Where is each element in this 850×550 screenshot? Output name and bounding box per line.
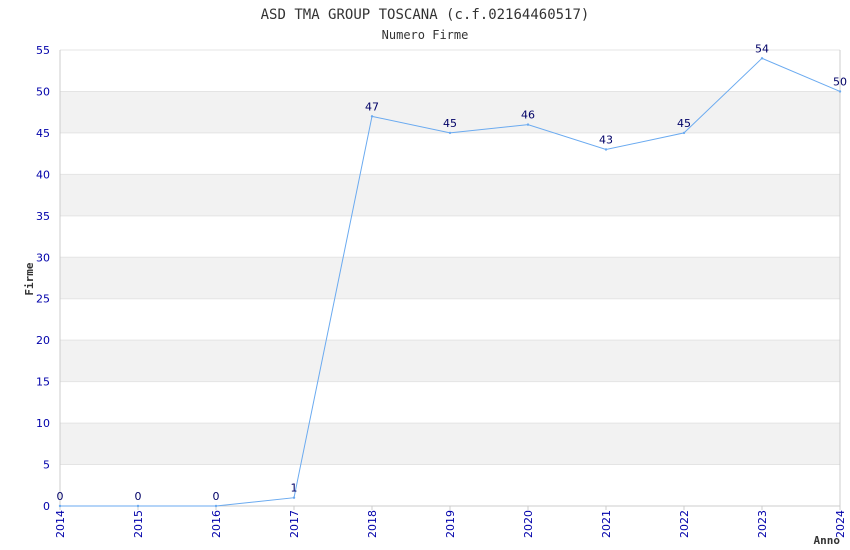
y-tick-label: 45 — [36, 127, 50, 140]
y-tick-label: 20 — [36, 334, 50, 347]
y-tick-label: 25 — [36, 293, 50, 306]
x-tick-label: 2022 — [678, 510, 691, 538]
y-tick-label: 15 — [36, 376, 50, 389]
data-point — [214, 504, 218, 508]
line-chart: 0510152025303540455055 2014 2015 2016 2017 2… — [23, 7, 847, 547]
data-label: 45 — [443, 117, 457, 130]
data-point — [370, 115, 374, 118]
y-tick-label: 35 — [36, 210, 50, 223]
x-tick-label: 2019 — [444, 510, 457, 538]
y-tick-label: 50 — [36, 85, 50, 98]
y-tick-labels: 0 5 10 15 20 25 30 35 40 45 50 55 — [36, 44, 50, 513]
y-tick-label: 30 — [36, 251, 50, 264]
x-tick-label: 2015 — [132, 510, 145, 538]
y-tick-label: 5 — [43, 459, 50, 472]
y-tick-label: 10 — [36, 417, 50, 430]
data-point — [526, 123, 530, 126]
data-label: 54 — [755, 42, 769, 55]
data-label: 0 — [135, 490, 142, 503]
grid-band — [60, 257, 840, 299]
y-tick-label: 40 — [36, 168, 50, 181]
x-tick-label: 2014 — [54, 510, 67, 538]
y-axis-label: Firme — [23, 262, 36, 295]
data-label: 0 — [57, 490, 64, 503]
x-tick-label: 2016 — [210, 510, 223, 538]
data-point — [58, 504, 62, 508]
y-tick-label: 55 — [36, 44, 50, 57]
x-tick-label: 2020 — [522, 510, 535, 538]
data-point — [682, 131, 686, 135]
chart-subtitle: Numero Firme — [382, 28, 469, 42]
x-axis-label: Anno — [814, 534, 841, 547]
x-tick-label: 2023 — [756, 510, 769, 538]
data-point — [136, 504, 140, 508]
y-tick-label: 0 — [43, 500, 50, 513]
x-tick-labels: 2014 2015 2016 2017 2018 2019 2020 2021 2022 2023… — [54, 510, 847, 538]
grid-band — [60, 423, 840, 465]
grid-band — [60, 340, 840, 382]
grid-bands — [60, 91, 840, 465]
x-tick-label: 2018 — [366, 510, 379, 538]
data-label: 46 — [521, 109, 535, 122]
data-label: 1 — [291, 482, 298, 495]
data-label: 0 — [213, 490, 220, 503]
grid-band — [60, 174, 840, 216]
data-point — [760, 57, 764, 60]
data-point — [292, 496, 296, 499]
x-tick-label: 2021 — [600, 510, 613, 538]
data-label: 43 — [599, 133, 613, 146]
data-label: 50 — [833, 75, 847, 88]
data-point — [448, 131, 452, 135]
chart-title: ASD TMA GROUP TOSCANA (c.f.02164460517) — [261, 7, 590, 23]
data-point — [604, 148, 608, 151]
data-label: 45 — [677, 117, 691, 130]
data-point — [838, 90, 842, 93]
data-label: 47 — [365, 100, 379, 113]
x-tick-label: 2017 — [288, 510, 301, 538]
